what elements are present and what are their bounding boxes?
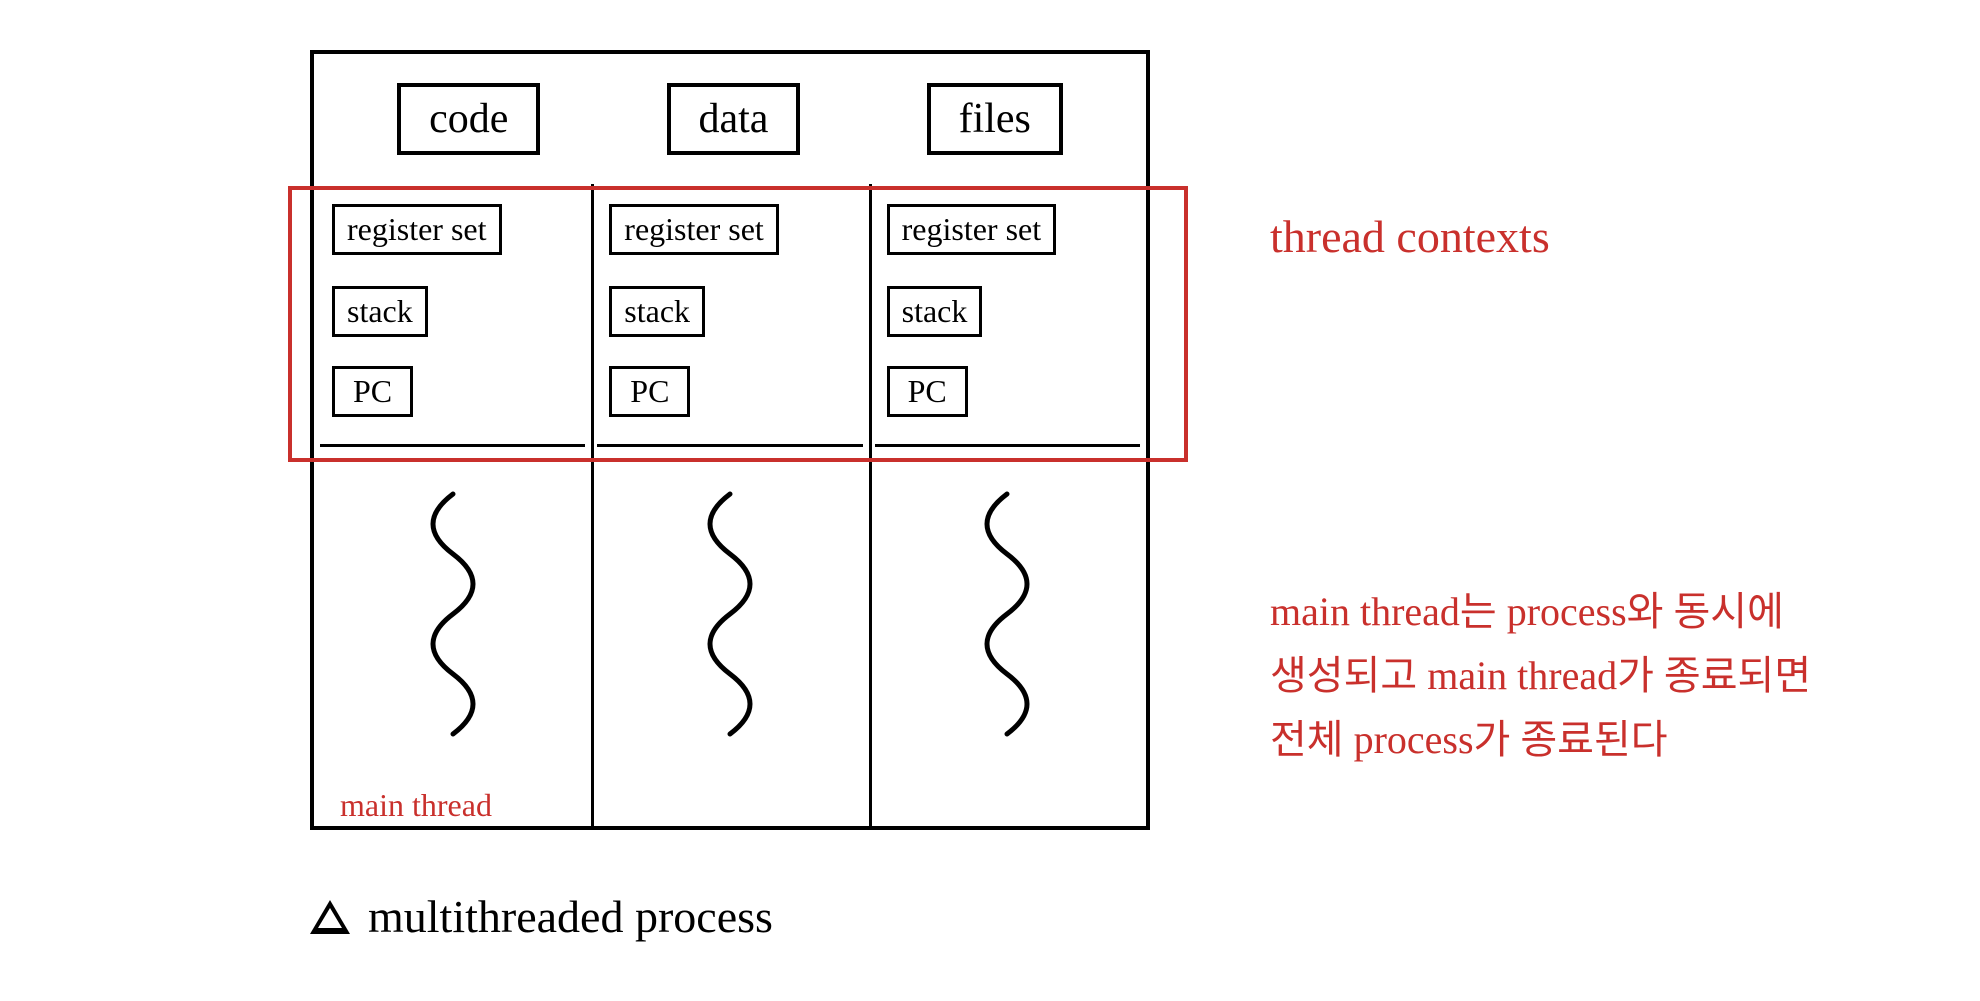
thread-area: register set stack PC register set stack…: [314, 184, 1146, 826]
stack-box: stack: [609, 286, 705, 337]
triangle-bullet-icon: [310, 900, 350, 934]
pc-box: PC: [609, 366, 690, 417]
separator-line: [320, 444, 585, 447]
thread-column-2: register set stack PC: [869, 184, 1146, 826]
thread-column-0: register set stack PC: [314, 184, 591, 826]
stack-box: stack: [887, 286, 983, 337]
register-set-box: register set: [609, 204, 779, 255]
caption-text: multithreaded process: [368, 890, 773, 943]
thread-column-1: register set stack PC: [591, 184, 868, 826]
process-box: code data files register set stack PC re…: [310, 50, 1150, 830]
register-set-box: register set: [332, 204, 502, 255]
annotation-line: main thread는 process와 동시에: [1270, 580, 1910, 644]
shared-resources-row: code data files: [314, 54, 1146, 184]
annotation-line: 전체 process가 종료된다: [1270, 708, 1910, 772]
pc-box: PC: [332, 366, 413, 417]
annotation-description: main thread는 process와 동시에 생성되고 main thre…: [1270, 580, 1910, 772]
shared-files: files: [927, 83, 1063, 155]
thread-squiggle-icon: [403, 484, 503, 744]
thread-squiggle-icon: [680, 484, 780, 744]
stack-box: stack: [332, 286, 428, 337]
diagram-caption: multithreaded process: [310, 890, 773, 943]
annotation-thread-contexts: thread contexts: [1270, 200, 1550, 274]
register-set-box: register set: [887, 204, 1057, 255]
separator-line: [875, 444, 1140, 447]
shared-data: data: [667, 83, 801, 155]
annotation-line: 생성되고 main thread가 종료되면: [1270, 644, 1910, 708]
shared-code: code: [397, 83, 540, 155]
annotation-main-thread: main thread: [340, 780, 492, 831]
thread-squiggle-icon: [957, 484, 1057, 744]
pc-box: PC: [887, 366, 968, 417]
separator-line: [597, 444, 862, 447]
